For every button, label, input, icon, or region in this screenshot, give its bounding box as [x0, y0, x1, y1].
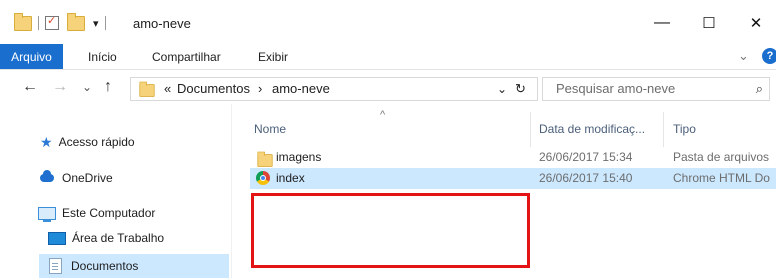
search-input[interactable]: Pesquisar amo-neve: [556, 81, 675, 96]
sidebar-item-label: Acesso rápido: [58, 135, 135, 149]
computer-icon: [38, 206, 56, 222]
chrome-icon: [256, 171, 270, 185]
column-header-data[interactable]: Data de modificaç...: [539, 122, 645, 136]
recent-locations-button[interactable]: ⌄: [82, 80, 92, 94]
cloud-icon: [40, 170, 54, 182]
column-header-nome[interactable]: Nome: [254, 122, 286, 136]
file-type: Pasta de arquivos: [673, 150, 770, 164]
close-button[interactable]: ✕: [733, 10, 776, 36]
breadcrumb-amo-neve[interactable]: amo-neve: [272, 81, 330, 96]
column-separator[interactable]: [663, 112, 664, 147]
forward-button[interactable]: →: [52, 78, 68, 96]
column-separator[interactable]: [530, 112, 531, 147]
file-type: Chrome HTML Do: [673, 171, 770, 185]
breadcrumb-documentos[interactable]: Documentos: [177, 81, 250, 96]
search-box[interactable]: Pesquisar amo-neve ⌕: [542, 77, 770, 101]
separator: [38, 16, 39, 30]
sidebar-item-label: Documentos: [71, 259, 139, 273]
folder-icon: [139, 81, 155, 97]
folder-icon: [257, 151, 273, 167]
address-bar[interactable]: « Documentos › amo-neve ⌄ ↻: [130, 77, 538, 101]
documents-icon: [49, 258, 62, 274]
help-icon[interactable]: ?: [762, 48, 776, 64]
sort-arrow-icon: ^: [380, 109, 386, 121]
quick-access-toolbar: ✓ ▾: [14, 12, 112, 33]
sidebar-item-acesso-rapido[interactable]: ★ Acesso rápido: [40, 132, 135, 152]
table-row[interactable]: index 26/06/2017 15:40 Chrome HTML Do: [250, 168, 776, 189]
navigation-bar: ← → ⌄ ↑ « Documentos › amo-neve ⌄ ↻ Pesq…: [0, 70, 776, 104]
navigation-pane: ★ Acesso rápido OneDrive Este Computador…: [0, 104, 230, 278]
breadcrumb-overflow[interactable]: «: [164, 81, 171, 96]
ribbon: Arquivo Início Compartilhar Exibir ⌄ ?: [0, 44, 776, 70]
sidebar-item-onedrive[interactable]: OneDrive: [40, 168, 113, 188]
column-header-tipo[interactable]: Tipo: [673, 122, 696, 136]
address-dropdown-button[interactable]: ⌄: [497, 82, 507, 96]
star-icon: ★: [40, 133, 53, 150]
desktop-icon: [48, 231, 66, 245]
breadcrumb-separator[interactable]: ›: [258, 81, 262, 96]
tab-inicio[interactable]: Início: [88, 50, 117, 64]
minimize-button[interactable]: —: [639, 10, 685, 36]
maximize-button[interactable]: ☐: [686, 10, 732, 36]
properties-icon[interactable]: ✓: [45, 15, 59, 30]
expand-ribbon-icon[interactable]: ⌄: [738, 48, 749, 64]
refresh-button[interactable]: ↻: [515, 81, 526, 97]
sidebar-item-este-computador[interactable]: Este Computador: [38, 203, 155, 223]
up-button[interactable]: ↑: [104, 78, 112, 96]
sidebar-item-area-de-trabalho[interactable]: Área de Trabalho: [48, 228, 164, 248]
separator: [104, 16, 106, 30]
tab-compartilhar[interactable]: Compartilhar: [152, 50, 221, 64]
table-row[interactable]: imagens 26/06/2017 15:34 Pasta de arquiv…: [250, 147, 776, 168]
tab-arquivo[interactable]: Arquivo: [0, 44, 63, 69]
window-title: amo-neve: [133, 16, 191, 31]
back-button[interactable]: ←: [22, 78, 38, 96]
tab-exibir[interactable]: Exibir: [258, 50, 288, 64]
folder-icon: [14, 12, 32, 31]
new-folder-icon[interactable]: [67, 12, 85, 31]
title-bar: ✓ ▾ amo-neve — ☐ ✕: [0, 0, 776, 44]
file-name: index: [276, 171, 305, 185]
highlight-box: [251, 193, 530, 268]
file-date: 26/06/2017 15:40: [539, 171, 633, 185]
customize-toolbar-icon[interactable]: ▾: [93, 17, 99, 30]
sidebar-item-label: Área de Trabalho: [72, 231, 165, 245]
search-icon[interactable]: ⌕: [756, 81, 763, 97]
sidebar-item-label: OneDrive: [62, 171, 113, 185]
sidebar-item-label: Este Computador: [62, 206, 156, 220]
sidebar-item-documentos[interactable]: Documentos: [39, 254, 229, 278]
file-name: imagens: [276, 150, 322, 164]
file-date: 26/06/2017 15:34: [539, 150, 633, 164]
